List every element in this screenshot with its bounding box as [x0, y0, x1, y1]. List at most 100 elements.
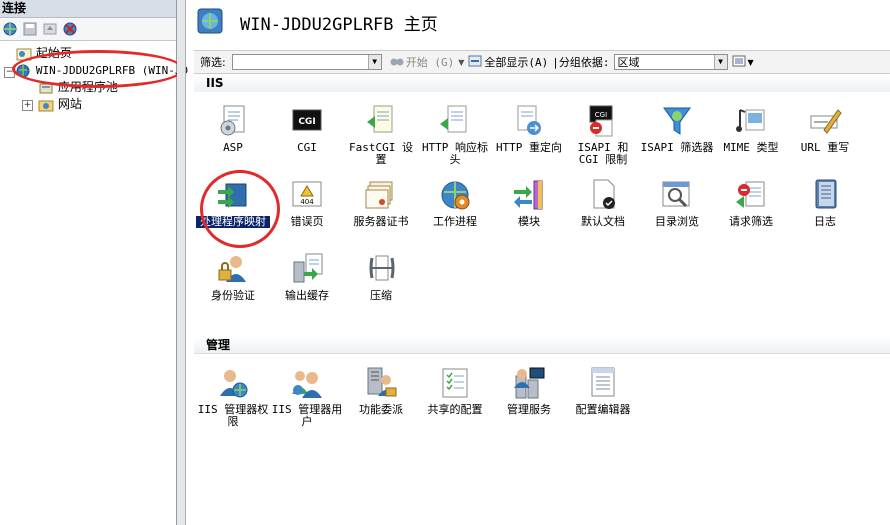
feature-management-service[interactable]: 管理服务 [492, 366, 566, 416]
directory-browsing-icon [660, 178, 694, 212]
feature-default-document[interactable]: 默认文档 [566, 178, 640, 228]
http-redirect-icon [512, 104, 546, 138]
app-pool-icon [38, 81, 54, 95]
feature-http-redirect[interactable]: HTTP 重定向 [492, 104, 566, 154]
tree-collapse-toggle[interactable]: − [4, 67, 15, 78]
feature-handler-mappings[interactable]: 处理程序映射 [196, 178, 270, 228]
panel-splitter[interactable] [177, 0, 186, 525]
feature-label: ISAPI 和 CGI 限制 [577, 141, 629, 166]
group-by-value: 区域 [617, 56, 640, 69]
feature-modules[interactable]: 模块 [492, 178, 566, 228]
feature-authentication[interactable]: 身份验证 [196, 252, 270, 302]
feature-asp[interactable]: ASP [196, 104, 270, 154]
feature-label: ASP [223, 141, 243, 154]
iis-manager-users-icon [290, 366, 324, 400]
up-level-icon[interactable] [42, 21, 58, 37]
feature-label: 工作进程 [433, 215, 477, 228]
connections-title: 连接 [0, 0, 176, 18]
feature-error-pages[interactable]: 404 错误页 [270, 178, 344, 228]
feature-label: HTTP 响应标头 [421, 141, 489, 166]
feature-configuration-editor[interactable]: 配置编辑器 [566, 366, 640, 416]
feature-cgi[interactable]: CGI CGI [270, 104, 344, 154]
authentication-icon [216, 252, 250, 286]
feature-compression[interactable]: 压缩 [344, 252, 418, 302]
tree-item-server[interactable]: WIN-JDDU2GPLRFB (WIN-JD [16, 62, 188, 78]
feature-label: URL 重写 [800, 141, 850, 154]
error-page-icon: 404 [290, 178, 324, 212]
tree-item-label: 网站 [57, 97, 82, 111]
tree-item-label: 起始页 [35, 46, 72, 60]
tree-item-label: WIN-JDDU2GPLRFB (WIN-JD [35, 64, 189, 77]
feature-isapi-cgi[interactable]: CGI ISAPI 和 CGI 限制 [566, 104, 640, 166]
svg-text:CGI: CGI [595, 111, 607, 119]
feature-feature-delegation[interactable]: 功能委派 [344, 366, 418, 416]
asp-icon [216, 104, 250, 138]
view-mode-icon[interactable] [732, 55, 746, 70]
feature-label: 输出缓存 [285, 289, 329, 302]
tree-item-start-page[interactable]: 起始页 [16, 45, 72, 61]
module-icon [512, 178, 546, 212]
chevron-down-icon[interactable]: ▼ [367, 55, 381, 69]
features-view: WIN-JDDU2GPLRFB 主页 筛选: ▼ 开始 (G) ▼ 全部显示(A… [186, 0, 890, 525]
feature-label: 目录浏览 [655, 215, 699, 228]
feature-output-caching[interactable]: 输出缓存 [270, 252, 344, 302]
disconnect-icon[interactable] [62, 21, 78, 37]
feature-label: 服务器证书 [353, 215, 409, 228]
feature-directory-browsing[interactable]: 目录浏览 [640, 178, 714, 228]
feature-url-rewrite[interactable]: URL 重写 [788, 104, 862, 154]
start-dropdown-icon[interactable]: ▼ [458, 58, 464, 67]
feature-isapi-filter[interactable]: ISAPI 筛选器 [640, 104, 714, 154]
shared-config-icon [438, 366, 472, 400]
binoculars-icon [390, 55, 404, 70]
feature-iis-manager-users[interactable]: IIS 管理器用户 [270, 366, 344, 428]
feature-label: IIS 管理器用户 [271, 403, 343, 428]
feature-http-headers[interactable]: HTTP 响应标头 [418, 104, 492, 166]
certificate-icon [364, 178, 398, 212]
url-rewrite-icon [808, 104, 842, 138]
start-button[interactable]: 开始 (G) [390, 54, 455, 70]
feature-label: 处理程序映射 [196, 216, 270, 228]
filter-label: 筛选: [200, 56, 226, 69]
start-page-icon [16, 47, 32, 61]
chevron-down-icon[interactable]: ▼ [713, 55, 727, 69]
view-mode-dropdown-icon[interactable]: ▼ [748, 58, 754, 67]
connections-panel: 连接 起始页 − WIN-JDDU2GPLRFB (WIN-JD 应用程序池 +… [0, 0, 188, 525]
feature-shared-configuration[interactable]: 共享的配置 [418, 366, 492, 416]
show-all-button[interactable]: 全部显示(A) [468, 54, 548, 70]
feature-label: 配置编辑器 [575, 403, 631, 416]
save-icon[interactable] [22, 21, 38, 37]
feature-label: IIS 管理器权限 [197, 403, 269, 428]
worker-process-icon [438, 178, 472, 212]
output-cache-icon [290, 252, 324, 286]
section-header-iis: IIS [194, 74, 890, 92]
feature-label: 压缩 [370, 289, 392, 302]
page-header: WIN-JDDU2GPLRFB 主页 [186, 0, 890, 45]
section-header-management: 管理 [194, 336, 890, 354]
server-home-icon [194, 6, 228, 39]
compression-icon [364, 252, 398, 286]
feature-logging[interactable]: 日志 [788, 178, 862, 228]
feature-label: 身份验证 [211, 289, 255, 302]
feature-label: 错误页 [290, 215, 324, 228]
feature-iis-manager-permissions[interactable]: IIS 管理器权限 [196, 366, 270, 428]
tree-item-sites[interactable]: 网站 [38, 96, 82, 112]
feature-mime[interactable]: MIME 类型 [714, 104, 788, 154]
feature-server-certificates[interactable]: 服务器证书 [344, 178, 418, 228]
feature-fastcgi[interactable]: FastCGI 设置 [344, 104, 418, 166]
tree-item-app-pools[interactable]: 应用程序池 [38, 79, 118, 95]
show-all-icon [468, 55, 482, 70]
tree-expand-toggle[interactable]: + [22, 100, 33, 111]
group-by-select[interactable]: 区域 ▼ [613, 54, 728, 70]
features-content: IIS ASP CGI CGI FastCGI 设置 HTTP 响应标头 HTT… [194, 74, 890, 525]
feature-request-filtering[interactable]: 请求筛选 [714, 178, 788, 228]
sites-folder-icon [38, 98, 54, 112]
feature-label: 功能委派 [359, 403, 403, 416]
default-document-icon [586, 178, 620, 212]
feature-worker-processes[interactable]: 工作进程 [418, 178, 492, 228]
connections-toolbar [0, 18, 176, 41]
start-button-label: 开始 (G) [405, 56, 455, 69]
connect-icon[interactable] [2, 21, 18, 37]
filter-input[interactable]: ▼ [231, 54, 382, 70]
tree-item-label: 应用程序池 [57, 80, 118, 94]
feature-label: 管理服务 [507, 403, 551, 416]
